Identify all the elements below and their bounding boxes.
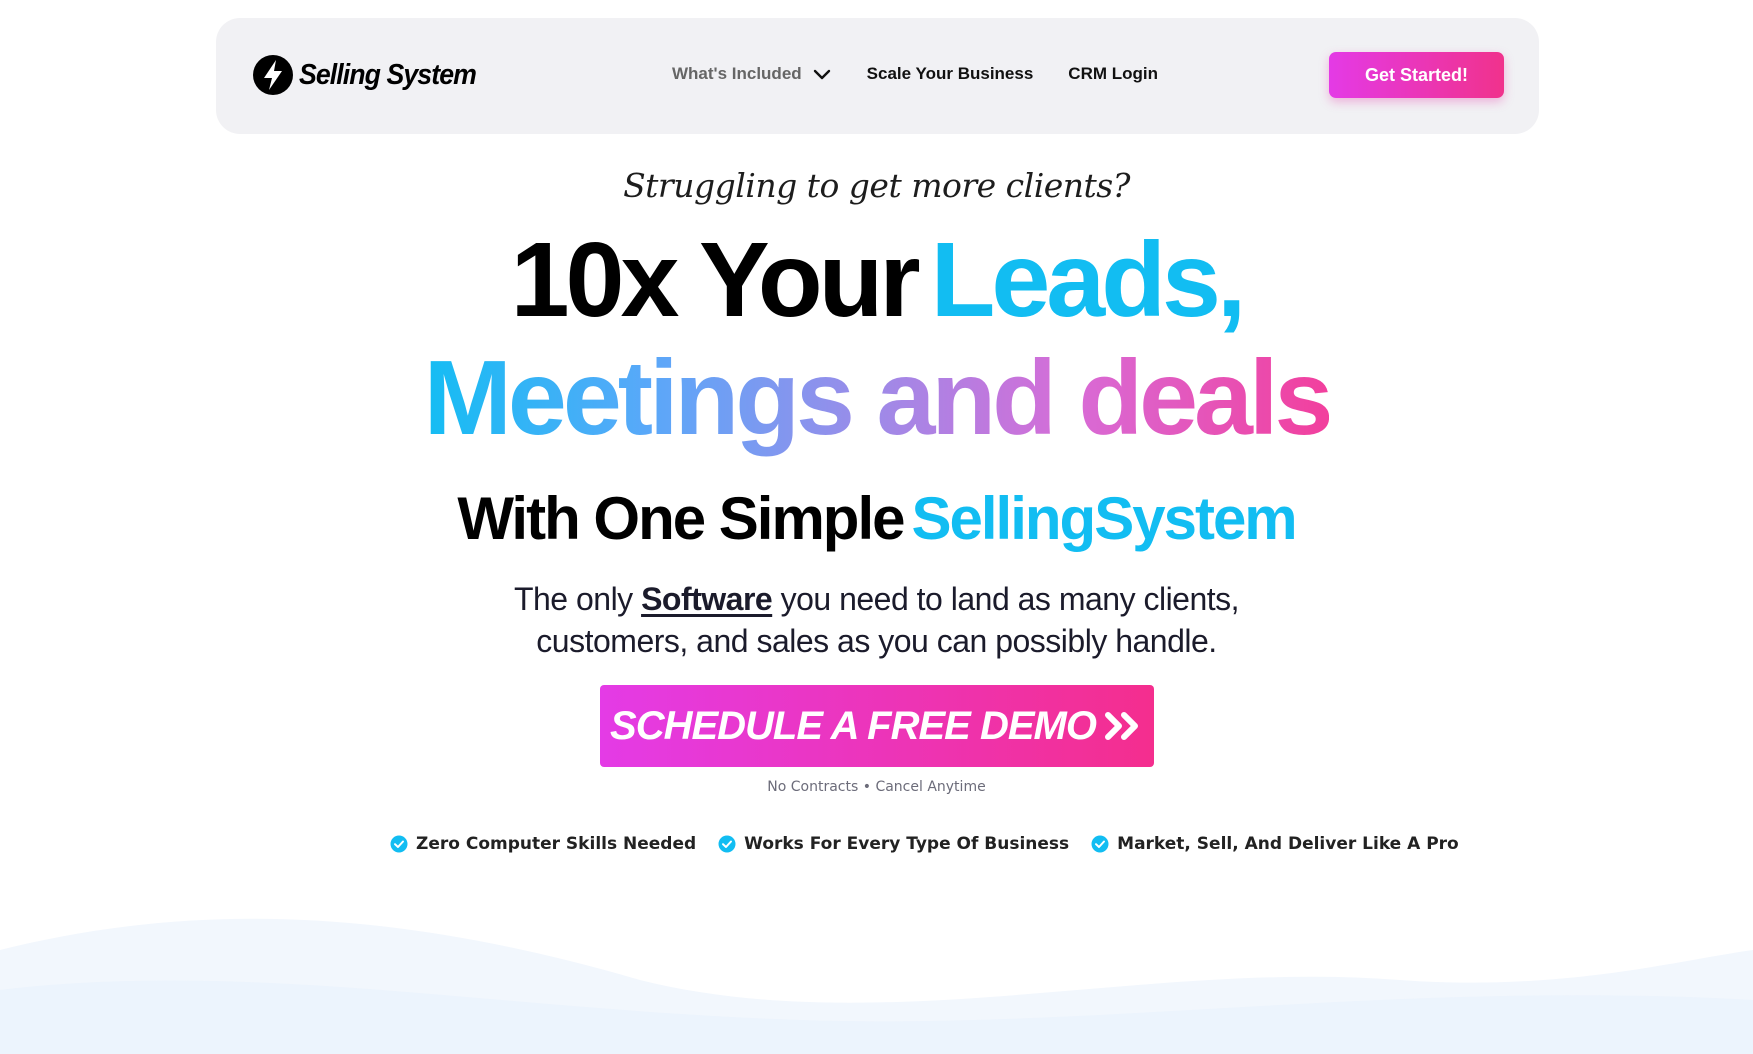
headline-gradient-text: Meetings and deals [424, 340, 1334, 464]
description-line2: customers, and sales as you can possibly… [536, 623, 1217, 659]
logo-text: Selling System [299, 58, 477, 91]
description-before: The only [513, 581, 642, 617]
feature-text: Works For Every Type Of Business [744, 834, 1070, 854]
schedule-demo-button[interactable]: SCHEDULE A FREE DEMO [600, 685, 1154, 767]
feature-item: Zero Computer Skills Needed [390, 834, 696, 854]
schedule-demo-label: SCHEDULE A FREE DEMO [610, 703, 1097, 748]
subheadline-black-part: With One Simple [457, 485, 905, 552]
feature-item: Works For Every Type Of Business [718, 834, 1069, 854]
double-chevron-right-icon [1104, 712, 1138, 740]
chevron-down-icon [813, 69, 830, 80]
feature-item: Market, Sell, And Deliver Like A Pro [1091, 834, 1459, 854]
demo-note: No Contracts • Cancel Anytime [767, 779, 986, 795]
check-circle-icon [390, 835, 408, 853]
subheadline-blue-part: SellingSystem [911, 485, 1298, 552]
check-circle-icon [1091, 835, 1109, 853]
feature-text: Zero Computer Skills Needed [416, 834, 697, 854]
lightning-bolt-icon [253, 55, 293, 95]
decorative-wave [0, 918, 1753, 1054]
nav-crm-login[interactable]: CRM Login [1068, 64, 1158, 84]
hero-subheadline: With One Simple SellingSystem [0, 484, 1753, 554]
nav-links: What's Included Scale Your Business CRM … [672, 64, 1158, 84]
nav-scale-your-business[interactable]: Scale Your Business [867, 64, 1034, 84]
top-navbar: Selling System What's Included Scale You… [216, 18, 1539, 134]
headline-blue-part: Leads, [930, 221, 1247, 339]
hero-description: The only Software you need to land as ma… [0, 578, 1753, 662]
description-after: you need to land as many clients, [772, 581, 1240, 617]
hero-headline-line1: 10x Your Leads, [0, 225, 1753, 335]
nav-whats-included[interactable]: What's Included [672, 64, 832, 84]
check-circle-icon [718, 835, 736, 853]
feature-list: Zero Computer Skills Needed Works For Ev… [390, 834, 1481, 854]
software-link[interactable]: Software [641, 581, 773, 617]
headline-black-part: 10x Your [510, 221, 921, 339]
hero-tagline: Struggling to get more clients? [623, 166, 1130, 205]
logo[interactable]: Selling System [252, 54, 491, 96]
feature-text: Market, Sell, And Deliver Like A Pro [1117, 834, 1459, 854]
nav-whats-included-label: What's Included [672, 64, 802, 83]
hero-headline-line2: Meetings and deals [0, 340, 1753, 464]
get-started-button[interactable]: Get Started! [1329, 52, 1504, 98]
